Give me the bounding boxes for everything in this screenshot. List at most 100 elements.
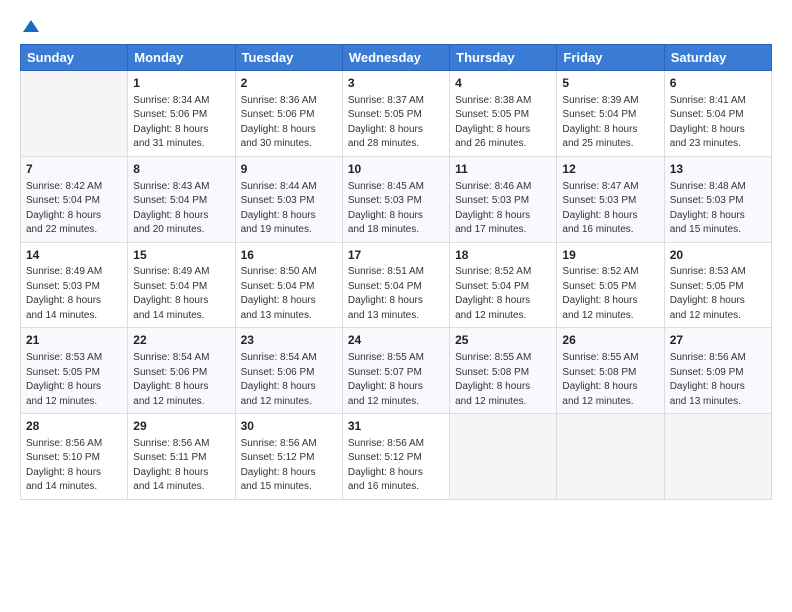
column-header-monday: Monday xyxy=(128,45,235,71)
day-info: Sunrise: 8:49 AM Sunset: 5:03 PM Dayligh… xyxy=(26,265,122,323)
calendar-cell: 19Sunrise: 8:52 AM Sunset: 5:05 PM Dayli… xyxy=(557,242,664,328)
day-info: Sunrise: 8:54 AM Sunset: 5:06 PM Dayligh… xyxy=(133,351,229,409)
day-info: Sunrise: 8:56 AM Sunset: 5:10 PM Dayligh… xyxy=(26,437,122,495)
day-number: 18 xyxy=(455,247,551,264)
calendar-cell: 8 Sunrise: 8:43 AM Sunset: 5:04 PM Daylig… xyxy=(128,156,235,242)
week-row-4: 21Sunrise: 8:53 AM Sunset: 5:05 PM Dayli… xyxy=(21,328,772,414)
day-info: Sunrise: 8:38 AM Sunset: 5:05 PM Dayligh… xyxy=(455,94,551,152)
day-number: 5 xyxy=(562,75,658,92)
calendar-cell: 9 Sunrise: 8:44 AM Sunset: 5:03 PM Daylig… xyxy=(235,156,342,242)
day-info: Sunrise: 8:50 AM Sunset: 5:04 PM Dayligh… xyxy=(241,265,337,323)
day-number: 1 xyxy=(133,75,229,92)
calendar-cell: 30 Sunrise: 8:56 AM Sunset: 5:12 PM Dayli… xyxy=(235,414,342,500)
calendar-cell: 22 Sunrise: 8:54 AM Sunset: 5:06 PM Dayli… xyxy=(128,328,235,414)
day-info: Sunrise: 8:48 AM Sunset: 5:03 PM Dayligh… xyxy=(670,180,766,238)
day-number: 26 xyxy=(562,332,658,349)
logo-text xyxy=(20,18,42,38)
week-row-1: 1Sunrise: 8:34 AM Sunset: 5:06 PM Daylig… xyxy=(21,71,772,157)
day-number: 15 xyxy=(133,247,229,264)
day-info: Sunrise: 8:49 AM Sunset: 5:04 PM Dayligh… xyxy=(133,265,229,323)
day-info: Sunrise: 8:55 AM Sunset: 5:07 PM Dayligh… xyxy=(348,351,444,409)
calendar-header-row: SundayMondayTuesdayWednesdayThursdayFrid… xyxy=(21,45,772,71)
day-number: 23 xyxy=(241,332,337,349)
calendar-cell: 15Sunrise: 8:49 AM Sunset: 5:04 PM Dayli… xyxy=(128,242,235,328)
day-number: 13 xyxy=(670,161,766,178)
calendar-cell: 17Sunrise: 8:51 AM Sunset: 5:04 PM Dayli… xyxy=(342,242,449,328)
day-info: Sunrise: 8:44 AM Sunset: 5:03 PM Dayligh… xyxy=(241,180,337,238)
calendar-cell: 20Sunrise: 8:53 AM Sunset: 5:05 PM Dayli… xyxy=(664,242,771,328)
week-row-3: 14Sunrise: 8:49 AM Sunset: 5:03 PM Dayli… xyxy=(21,242,772,328)
day-number: 24 xyxy=(348,332,444,349)
day-info: Sunrise: 8:56 AM Sunset: 5:12 PM Dayligh… xyxy=(348,437,444,495)
calendar-cell: 26Sunrise: 8:55 AM Sunset: 5:08 PM Dayli… xyxy=(557,328,664,414)
calendar-table: SundayMondayTuesdayWednesdayThursdayFrid… xyxy=(20,44,772,500)
calendar-cell: 3Sunrise: 8:37 AM Sunset: 5:05 PM Daylig… xyxy=(342,71,449,157)
day-number: 7 xyxy=(26,161,122,178)
calendar-cell xyxy=(21,71,128,157)
column-header-thursday: Thursday xyxy=(450,45,557,71)
calendar-cell: 4Sunrise: 8:38 AM Sunset: 5:05 PM Daylig… xyxy=(450,71,557,157)
day-info: Sunrise: 8:47 AM Sunset: 5:03 PM Dayligh… xyxy=(562,180,658,238)
day-number: 19 xyxy=(562,247,658,264)
calendar-cell: 14Sunrise: 8:49 AM Sunset: 5:03 PM Dayli… xyxy=(21,242,128,328)
day-info: Sunrise: 8:46 AM Sunset: 5:03 PM Dayligh… xyxy=(455,180,551,238)
day-number: 31 xyxy=(348,418,444,435)
calendar-cell: 1Sunrise: 8:34 AM Sunset: 5:06 PM Daylig… xyxy=(128,71,235,157)
calendar-cell: 23 Sunrise: 8:54 AM Sunset: 5:06 PM Dayli… xyxy=(235,328,342,414)
calendar-cell: 7 Sunrise: 8:42 AM Sunset: 5:04 PM Daylig… xyxy=(21,156,128,242)
day-info: Sunrise: 8:42 AM Sunset: 5:04 PM Dayligh… xyxy=(26,180,122,238)
day-info: Sunrise: 8:43 AM Sunset: 5:04 PM Dayligh… xyxy=(133,180,229,238)
logo-icon xyxy=(21,18,41,38)
calendar-cell xyxy=(557,414,664,500)
column-header-tuesday: Tuesday xyxy=(235,45,342,71)
calendar-cell: 21Sunrise: 8:53 AM Sunset: 5:05 PM Dayli… xyxy=(21,328,128,414)
calendar-cell: 28Sunrise: 8:56 AM Sunset: 5:10 PM Dayli… xyxy=(21,414,128,500)
calendar-cell: 13 Sunrise: 8:48 AM Sunset: 5:03 PM Dayli… xyxy=(664,156,771,242)
page: SundayMondayTuesdayWednesdayThursdayFrid… xyxy=(0,0,792,612)
day-info: Sunrise: 8:55 AM Sunset: 5:08 PM Dayligh… xyxy=(455,351,551,409)
week-row-5: 28Sunrise: 8:56 AM Sunset: 5:10 PM Dayli… xyxy=(21,414,772,500)
day-number: 29 xyxy=(133,418,229,435)
day-info: Sunrise: 8:52 AM Sunset: 5:05 PM Dayligh… xyxy=(562,265,658,323)
calendar-cell: 27 Sunrise: 8:56 AM Sunset: 5:09 PM Dayli… xyxy=(664,328,771,414)
header xyxy=(20,18,772,34)
day-info: Sunrise: 8:56 AM Sunset: 5:11 PM Dayligh… xyxy=(133,437,229,495)
day-number: 30 xyxy=(241,418,337,435)
week-row-2: 7 Sunrise: 8:42 AM Sunset: 5:04 PM Daylig… xyxy=(21,156,772,242)
day-info: Sunrise: 8:39 AM Sunset: 5:04 PM Dayligh… xyxy=(562,94,658,152)
day-number: 2 xyxy=(241,75,337,92)
day-info: Sunrise: 8:56 AM Sunset: 5:09 PM Dayligh… xyxy=(670,351,766,409)
day-info: Sunrise: 8:52 AM Sunset: 5:04 PM Dayligh… xyxy=(455,265,551,323)
day-number: 11 xyxy=(455,161,551,178)
calendar-cell: 5 Sunrise: 8:39 AM Sunset: 5:04 PM Daylig… xyxy=(557,71,664,157)
day-info: Sunrise: 8:56 AM Sunset: 5:12 PM Dayligh… xyxy=(241,437,337,495)
calendar-cell xyxy=(664,414,771,500)
day-number: 20 xyxy=(670,247,766,264)
calendar-cell: 16Sunrise: 8:50 AM Sunset: 5:04 PM Dayli… xyxy=(235,242,342,328)
day-number: 6 xyxy=(670,75,766,92)
day-number: 3 xyxy=(348,75,444,92)
calendar-cell: 6 Sunrise: 8:41 AM Sunset: 5:04 PM Daylig… xyxy=(664,71,771,157)
day-number: 12 xyxy=(562,161,658,178)
day-number: 8 xyxy=(133,161,229,178)
calendar-cell xyxy=(450,414,557,500)
day-number: 9 xyxy=(241,161,337,178)
day-number: 14 xyxy=(26,247,122,264)
day-info: Sunrise: 8:41 AM Sunset: 5:04 PM Dayligh… xyxy=(670,94,766,152)
day-number: 22 xyxy=(133,332,229,349)
day-number: 27 xyxy=(670,332,766,349)
calendar-cell: 29 Sunrise: 8:56 AM Sunset: 5:11 PM Dayli… xyxy=(128,414,235,500)
day-info: Sunrise: 8:54 AM Sunset: 5:06 PM Dayligh… xyxy=(241,351,337,409)
day-info: Sunrise: 8:51 AM Sunset: 5:04 PM Dayligh… xyxy=(348,265,444,323)
calendar-cell: 18Sunrise: 8:52 AM Sunset: 5:04 PM Dayli… xyxy=(450,242,557,328)
calendar-cell: 31 Sunrise: 8:56 AM Sunset: 5:12 PM Dayli… xyxy=(342,414,449,500)
day-info: Sunrise: 8:53 AM Sunset: 5:05 PM Dayligh… xyxy=(670,265,766,323)
day-number: 17 xyxy=(348,247,444,264)
day-number: 10 xyxy=(348,161,444,178)
day-number: 16 xyxy=(241,247,337,264)
calendar-cell: 25 Sunrise: 8:55 AM Sunset: 5:08 PM Dayli… xyxy=(450,328,557,414)
column-header-friday: Friday xyxy=(557,45,664,71)
day-number: 25 xyxy=(455,332,551,349)
calendar-cell: 10Sunrise: 8:45 AM Sunset: 5:03 PM Dayli… xyxy=(342,156,449,242)
calendar-cell: 11 Sunrise: 8:46 AM Sunset: 5:03 PM Dayli… xyxy=(450,156,557,242)
